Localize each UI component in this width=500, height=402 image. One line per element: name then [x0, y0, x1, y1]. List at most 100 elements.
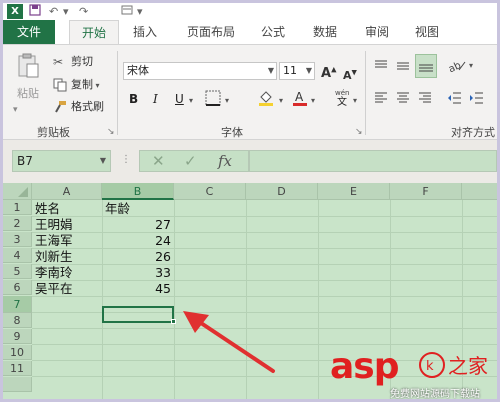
alignment-group-label: 对齐方式: [451, 126, 495, 139]
column-header-b[interactable]: B: [102, 183, 174, 200]
column-header-c[interactable]: C: [174, 183, 246, 200]
borders-dropdown-icon[interactable]: ▾: [225, 96, 229, 105]
align-top-button[interactable]: [373, 58, 389, 78]
phonetic-dropdown-icon[interactable]: ▾: [353, 96, 357, 105]
name-box[interactable]: B7 ▼: [12, 150, 111, 172]
tab-formulas[interactable]: 公式: [253, 20, 293, 44]
column-header-f[interactable]: F: [390, 183, 462, 200]
font-color-icon: A: [293, 90, 307, 106]
row-header-5[interactable]: 5: [3, 264, 32, 279]
phonetic-button[interactable]: wén 文: [333, 87, 353, 110]
row-header-7[interactable]: 7: [3, 296, 32, 313]
font-launcher-icon[interactable]: ↘: [355, 125, 363, 139]
row-header-8[interactable]: 8: [3, 313, 32, 328]
row-header-9[interactable]: 9: [3, 329, 32, 344]
increase-font-button[interactable]: A▲: [321, 63, 336, 81]
tab-home[interactable]: 开始: [69, 20, 119, 44]
cell-a6[interactable]: 吴平在: [35, 281, 101, 296]
borders-button[interactable]: [205, 90, 221, 109]
row-header-2[interactable]: 2: [3, 216, 32, 231]
active-cell-b7[interactable]: [102, 306, 174, 323]
cancel-icon[interactable]: ✕: [152, 152, 165, 170]
decrease-font-button[interactable]: A▼: [343, 65, 357, 83]
row-header-10[interactable]: 10: [3, 345, 32, 360]
cut-label: 剪切: [71, 55, 93, 68]
cell-b1[interactable]: 年龄: [105, 201, 173, 216]
tab-view[interactable]: 视图: [407, 20, 447, 44]
tab-insert[interactable]: 插入: [125, 20, 165, 44]
copy-button[interactable]: 复制 ▾: [53, 78, 100, 93]
clipboard-launcher-icon[interactable]: ↘: [107, 125, 115, 139]
underline-dropdown-icon[interactable]: ▾: [189, 96, 193, 105]
undo-icon[interactable]: ↶: [49, 4, 58, 19]
italic-button[interactable]: I: [153, 92, 158, 106]
paste-dropdown-icon[interactable]: ▾: [13, 103, 18, 117]
align-middle-button[interactable]: [395, 58, 411, 78]
orientation-button[interactable]: ab: [447, 58, 467, 78]
save-icon[interactable]: [29, 4, 41, 19]
font-size-dropdown-icon: ▼: [305, 66, 312, 75]
increase-font-icon: A▲: [321, 66, 337, 82]
column-header-e[interactable]: E: [318, 183, 390, 200]
redo-icon[interactable]: ↷: [79, 4, 88, 19]
cell-a2[interactable]: 王明娟: [35, 217, 101, 232]
font-name-value: 宋体: [127, 64, 149, 77]
row-header-1[interactable]: 1: [3, 200, 32, 215]
align-right-button[interactable]: [417, 90, 433, 110]
decrease-indent-button[interactable]: [447, 90, 463, 110]
cell-a5[interactable]: 李南玲: [35, 265, 101, 280]
undo-dropdown-icon[interactable]: ▾: [63, 4, 69, 19]
tab-data[interactable]: 数据: [305, 20, 345, 44]
tab-review[interactable]: 审阅: [357, 20, 397, 44]
cell-a4[interactable]: 刘新生: [35, 249, 101, 264]
font-name-select[interactable]: 宋体 ▼: [123, 62, 277, 80]
cell-b5[interactable]: 33: [102, 265, 174, 280]
select-all-corner[interactable]: [3, 183, 32, 200]
font-color-button[interactable]: A: [291, 89, 309, 110]
format-painter-button[interactable]: 格式刷: [53, 100, 104, 114]
enter-icon[interactable]: ✓: [184, 152, 197, 170]
align-left-button[interactable]: [373, 90, 389, 110]
annotation-arrow-icon: [183, 311, 275, 373]
underline-button[interactable]: U: [175, 92, 184, 106]
print-preview-icon[interactable]: [121, 4, 133, 19]
increase-indent-button[interactable]: [469, 90, 485, 110]
decrease-font-icon: A▼: [343, 68, 357, 82]
cut-button[interactable]: ✂ 剪切: [53, 55, 93, 69]
cell-b3[interactable]: 24: [102, 233, 174, 248]
tab-file[interactable]: 文件: [3, 20, 55, 44]
ribbon-separator: [365, 51, 366, 135]
cell-b6[interactable]: 45: [102, 281, 174, 296]
name-box-dropdown-icon[interactable]: ▼: [100, 151, 106, 171]
column-header-g[interactable]: [462, 183, 497, 200]
font-color-dropdown-icon[interactable]: ▾: [311, 96, 315, 105]
row-header-11[interactable]: 11: [3, 361, 32, 376]
customize-qat-icon[interactable]: ▾: [137, 4, 143, 19]
formula-bar-grip-icon: ⋮: [121, 154, 131, 165]
bold-button[interactable]: B: [129, 92, 138, 106]
cell-b2[interactable]: 27: [102, 217, 174, 232]
font-size-select[interactable]: 11 ▼: [279, 62, 315, 80]
fill-color-button[interactable]: [257, 89, 275, 110]
paste-button[interactable]: 粘贴: [13, 53, 43, 101]
orientation-dropdown-icon[interactable]: ▾: [469, 59, 473, 73]
cell-b4[interactable]: 26: [102, 249, 174, 264]
column-header-a[interactable]: A: [32, 183, 102, 200]
cell-a1[interactable]: 姓名: [35, 201, 101, 216]
row-header-6[interactable]: 6: [3, 280, 32, 295]
align-bottom-button[interactable]: [415, 54, 437, 78]
cell-a3[interactable]: 王海军: [35, 233, 101, 248]
align-middle-icon: [397, 62, 409, 70]
ribbon-separator: [117, 51, 118, 135]
row-header-3[interactable]: 3: [3, 232, 32, 247]
column-header-d[interactable]: D: [246, 183, 318, 200]
row-header-12[interactable]: [3, 377, 32, 392]
row-header-4[interactable]: 4: [3, 248, 32, 263]
fill-color-dropdown-icon[interactable]: ▾: [279, 96, 283, 105]
insert-function-icon[interactable]: fx: [218, 152, 232, 170]
watermark-logo: asp: [330, 346, 399, 387]
align-center-button[interactable]: [395, 90, 411, 110]
formula-input[interactable]: [249, 150, 497, 172]
paste-icon: [18, 53, 39, 78]
tab-page-layout[interactable]: 页面布局: [179, 20, 243, 44]
